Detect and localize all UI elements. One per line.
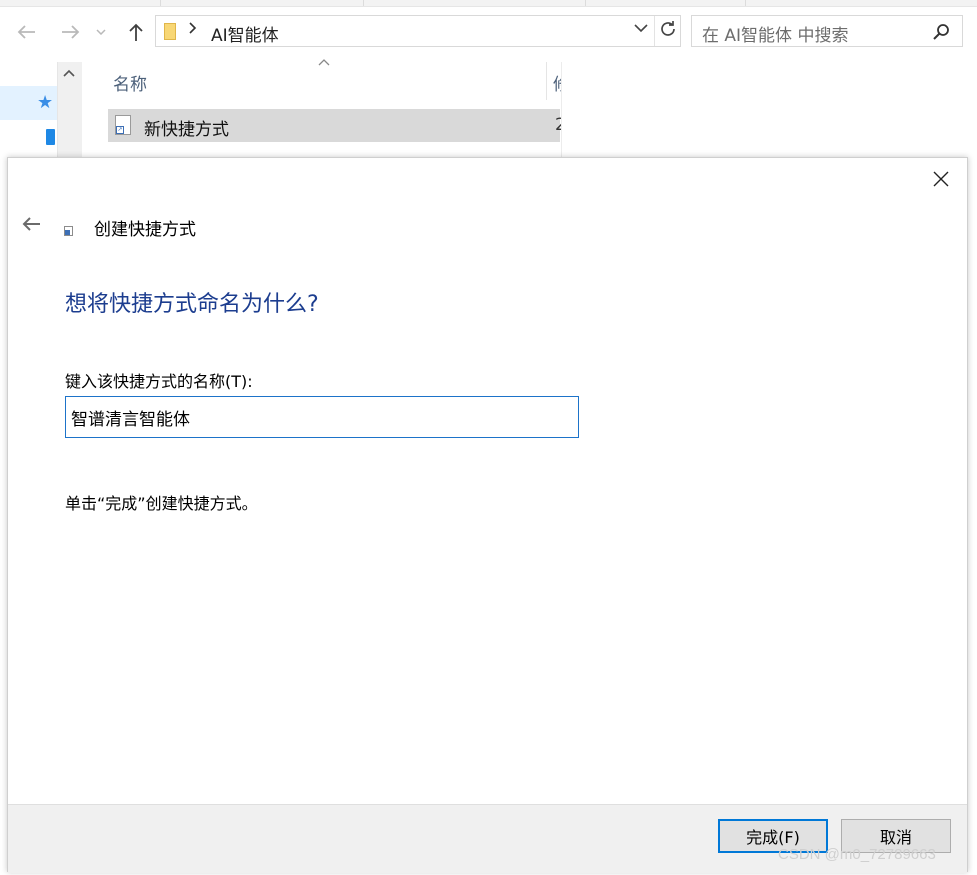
breadcrumb-current[interactable]: AI智能体 <box>211 21 279 46</box>
up-arrow-icon[interactable] <box>122 18 150 46</box>
finish-hint-text: 单击“完成”创建快捷方式。 <box>65 494 258 513</box>
desktop-icon[interactable] <box>46 129 55 145</box>
create-shortcut-dialog: 创建快捷方式 想将快捷方式命名为什么? 键入该快捷方式的名称(T): 单击“完成… <box>7 157 968 873</box>
file-name[interactable]: 新快捷方式 <box>144 115 229 140</box>
name-field-label: 键入该快捷方式的名称(T): <box>65 372 253 391</box>
recent-dropdown-icon[interactable] <box>92 18 110 46</box>
shortcut-icon <box>64 226 73 236</box>
column-header-name[interactable]: 名称 <box>113 70 147 95</box>
back-arrow-icon[interactable] <box>12 18 40 46</box>
ribbon-strip <box>0 0 977 7</box>
column-header-modified[interactable]: 修 <box>553 70 561 95</box>
breadcrumb-chevron-icon[interactable] <box>189 21 197 39</box>
quick-access-star-icon[interactable]: ★ <box>37 92 53 113</box>
shortcut-file-icon: ↗ <box>115 115 131 135</box>
search-icon[interactable] <box>932 23 950 41</box>
search-input[interactable]: 在 AI智能体 中搜索 <box>691 15 963 47</box>
refresh-icon[interactable] <box>658 19 678 44</box>
search-placeholder: 在 AI智能体 中搜索 <box>702 26 849 46</box>
scroll-up-icon[interactable] <box>58 66 80 84</box>
address-bar[interactable]: AI智能体 <box>155 15 681 47</box>
watermark: CSDN @m0_72789663 <box>778 846 936 863</box>
dialog-heading: 想将快捷方式命名为什么? <box>65 292 319 317</box>
folder-icon <box>164 23 178 40</box>
close-icon[interactable] <box>929 167 953 191</box>
file-row[interactable]: ↗ 新快捷方式 2 <box>108 109 561 142</box>
sort-ascending-icon <box>318 55 330 69</box>
dialog-title: 创建快捷方式 <box>94 220 196 240</box>
back-arrow-icon[interactable] <box>20 213 42 235</box>
forward-arrow-icon[interactable] <box>57 18 85 46</box>
file-date: 2 <box>555 115 561 135</box>
shortcut-name-input[interactable] <box>65 396 579 438</box>
address-dropdown-icon[interactable] <box>634 22 648 37</box>
